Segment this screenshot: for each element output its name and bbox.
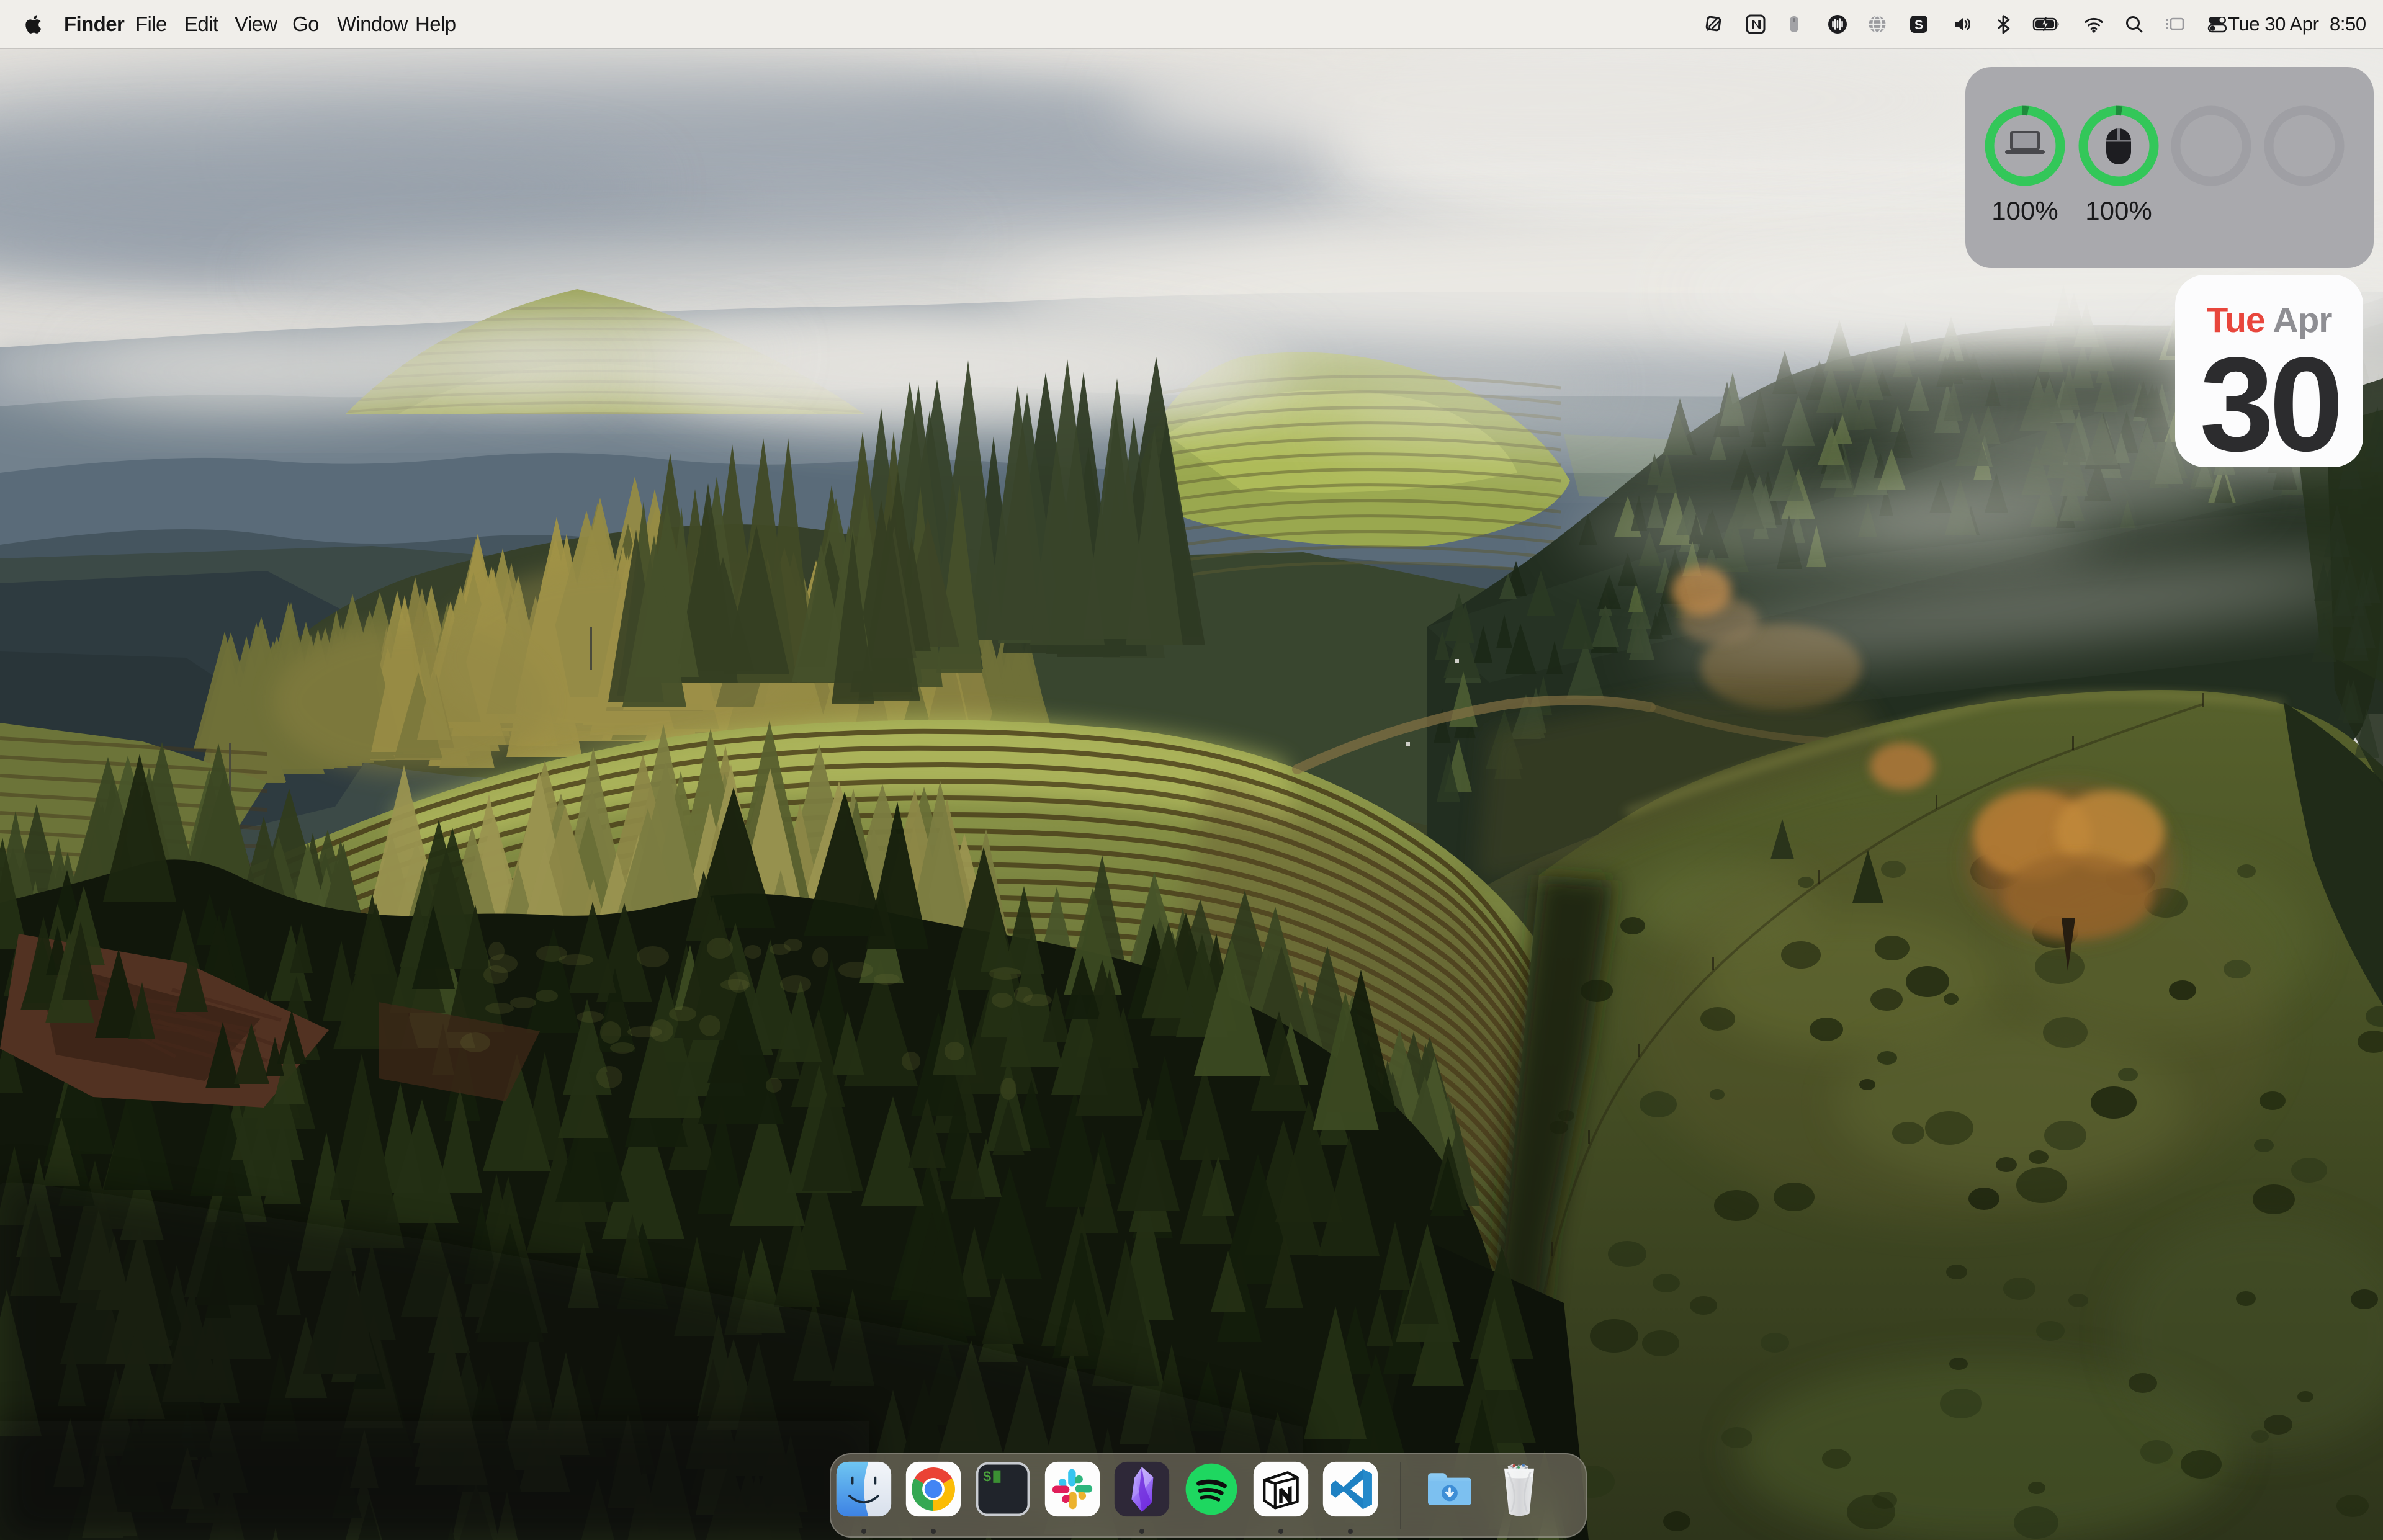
svg-text:S: S: [1914, 18, 1923, 32]
svg-text:100%: 100%: [2085, 196, 2152, 225]
svg-text:$: $: [983, 1469, 992, 1485]
svg-text:100%: 100%: [1991, 196, 2058, 225]
